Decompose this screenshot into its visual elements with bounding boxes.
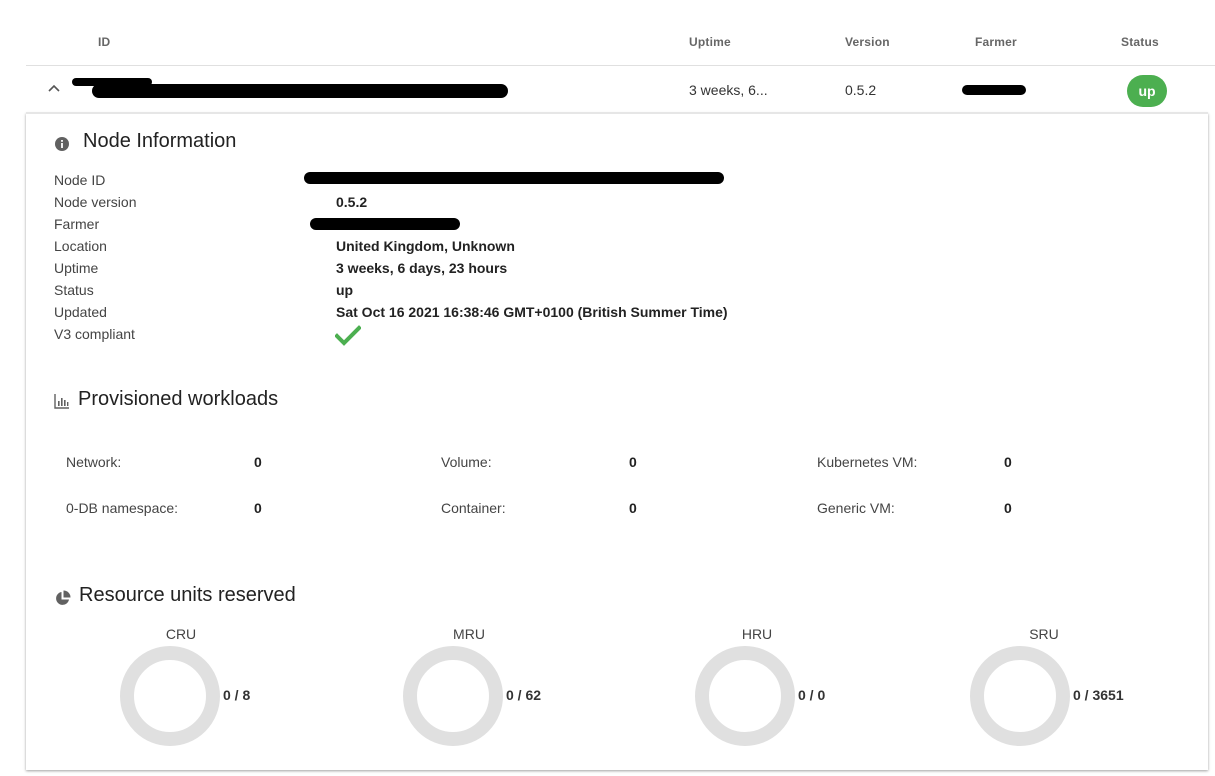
bar-chart-icon [54,393,70,409]
node-information-title: Node Information [83,130,237,152]
workload-label-kubernetes-vm: Kubernetes VM: [817,454,918,470]
label-location: Location [54,238,107,254]
workload-value-container: 0 [629,500,637,516]
value-updated: Sat Oct 16 2021 16:38:46 GMT+0100 (Briti… [336,304,728,320]
column-header-uptime[interactable]: Uptime [689,35,731,49]
label-updated: Updated [54,304,107,320]
resource-value-mru: 0 / 62 [506,687,542,703]
column-header-version[interactable]: Version [845,35,890,49]
status-badge: up [1127,75,1167,107]
resource-units-title: Resource units reserved [79,584,296,606]
resource-label-cru: CRU [165,626,197,642]
resource-value-hru: 0 / 0 [798,687,826,703]
label-uptime: Uptime [54,260,99,276]
workload-label-volume: Volume: [441,454,492,470]
provisioned-workloads-title: Provisioned workloads [78,388,279,410]
label-status: Status [54,282,94,298]
resource-label-hru: HRU [741,626,773,642]
header-divider [26,65,1215,66]
column-header-id[interactable]: ID [98,35,110,49]
label-v3-compliant: V3 compliant [54,326,135,342]
workload-value-volume: 0 [629,454,637,470]
check-icon [334,325,362,347]
chevron-up-icon [48,84,60,92]
redacted-farmer [962,85,1026,95]
info-icon [54,136,70,152]
row-version: 0.5.2 [845,82,877,98]
workload-value-kubernetes-vm: 0 [1004,454,1012,470]
pie-chart-icon [54,590,71,607]
redacted-node-id-value [304,172,724,184]
workload-label-generic-vm: Generic VM: [817,500,895,516]
resource-donut-mru [403,646,503,746]
resource-value-cru: 0 / 8 [223,687,251,703]
workload-label-container: Container: [441,500,506,516]
resource-donut-sru [970,646,1070,746]
column-header-status[interactable]: Status [1121,35,1159,49]
label-node-id: Node ID [54,172,106,188]
resource-donut-hru [695,646,795,746]
label-node-version: Node version [54,194,137,210]
workload-value-0db-namespace: 0 [254,500,262,516]
redacted-node-id [92,84,508,98]
resource-value-sru: 0 / 3651 [1073,687,1124,703]
value-status: up [336,282,354,298]
row-uptime: 3 weeks, 6... [689,82,768,98]
workload-value-network: 0 [254,454,262,470]
workload-label-network: Network: [66,454,122,470]
workload-label-0db-namespace: 0-DB namespace: [66,500,179,516]
column-header-farmer[interactable]: Farmer [975,35,1017,49]
value-uptime: 3 weeks, 6 days, 23 hours [336,260,508,276]
label-farmer: Farmer [54,216,100,232]
panel-divider [26,112,1208,114]
redacted-farmer-value [310,218,460,230]
value-location: United Kingdom, Unknown [336,238,515,254]
resource-donut-cru [120,646,220,746]
collapse-row-button[interactable] [46,80,62,96]
value-node-version: 0.5.2 [336,194,368,210]
workload-value-generic-vm: 0 [1004,500,1012,516]
resource-label-mru: MRU [453,626,485,642]
resource-label-sru: SRU [1029,626,1059,642]
